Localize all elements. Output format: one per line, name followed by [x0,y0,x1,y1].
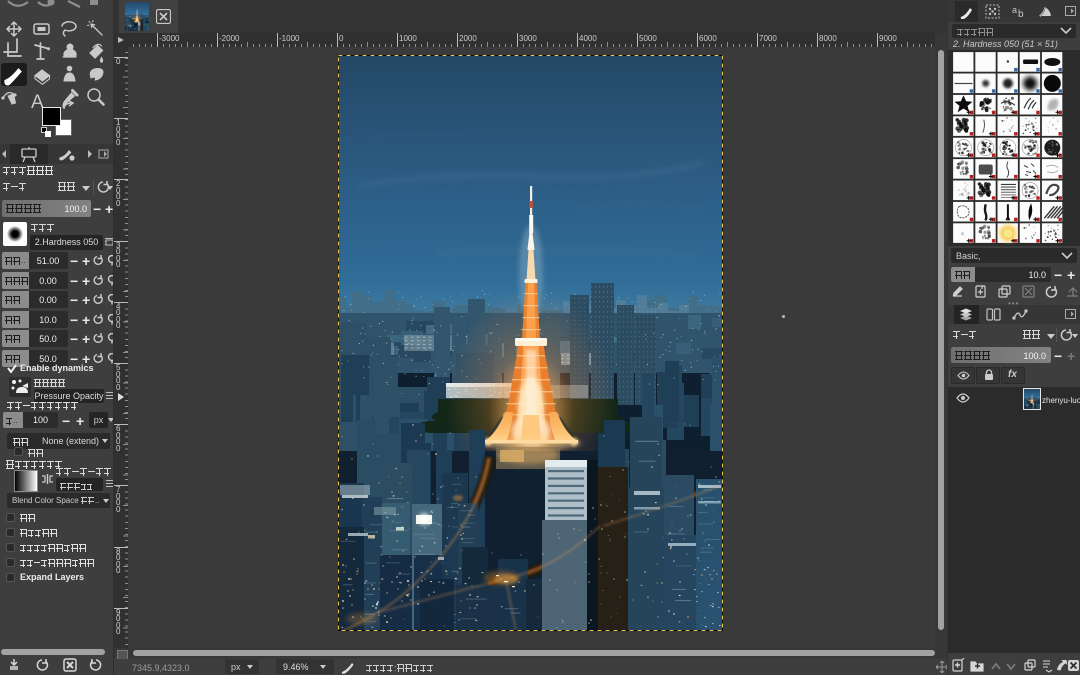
svg-text:a: a [1012,5,1017,15]
svg-text:b: b [1018,9,1024,19]
